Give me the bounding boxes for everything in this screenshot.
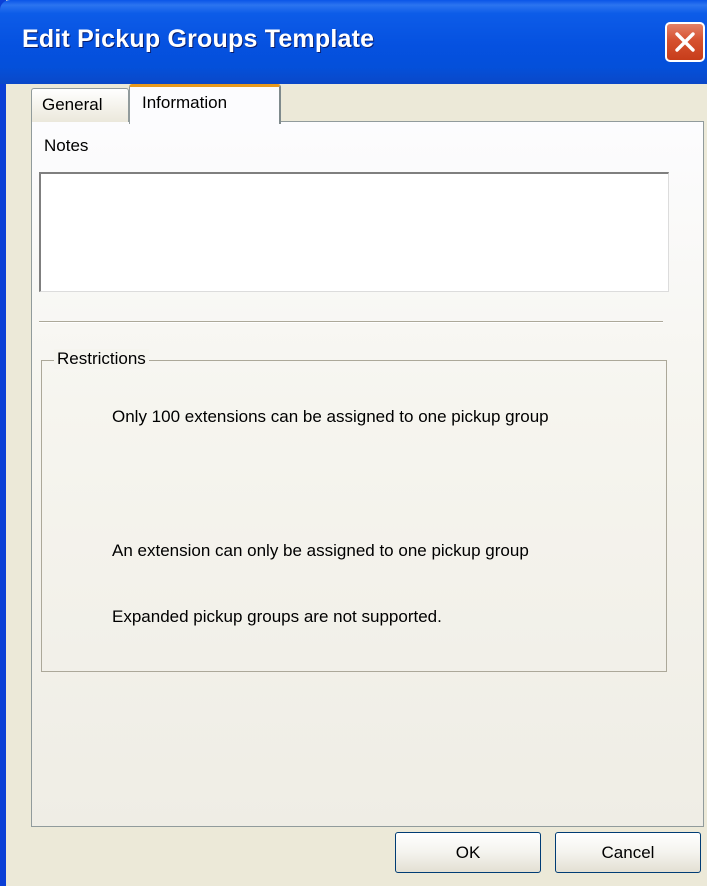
- close-icon: [675, 32, 695, 52]
- window-title: Edit Pickup Groups Template: [22, 25, 375, 53]
- tab-general[interactable]: General: [31, 88, 129, 122]
- title-bar[interactable]: Edit Pickup Groups Template: [0, 0, 707, 84]
- notes-textarea[interactable]: [39, 172, 669, 292]
- tab-information[interactable]: Information: [129, 84, 281, 124]
- restriction-text: An extension can only be assigned to one…: [112, 541, 529, 560]
- dialog-window: Edit Pickup Groups Template General Info…: [0, 0, 707, 886]
- dialog-client-area: General Information Notes Restrictions O…: [6, 84, 707, 886]
- cancel-button[interactable]: Cancel: [555, 832, 701, 873]
- notes-label: Notes: [44, 136, 89, 155]
- restriction-text: Expanded pickup groups are not supported…: [112, 607, 442, 626]
- close-button[interactable]: [665, 22, 705, 62]
- separator: [39, 321, 663, 323]
- restrictions-legend: Restrictions: [54, 349, 149, 369]
- restriction-text: Only 100 extensions can be assigned to o…: [112, 407, 549, 426]
- ok-button[interactable]: OK: [395, 832, 541, 873]
